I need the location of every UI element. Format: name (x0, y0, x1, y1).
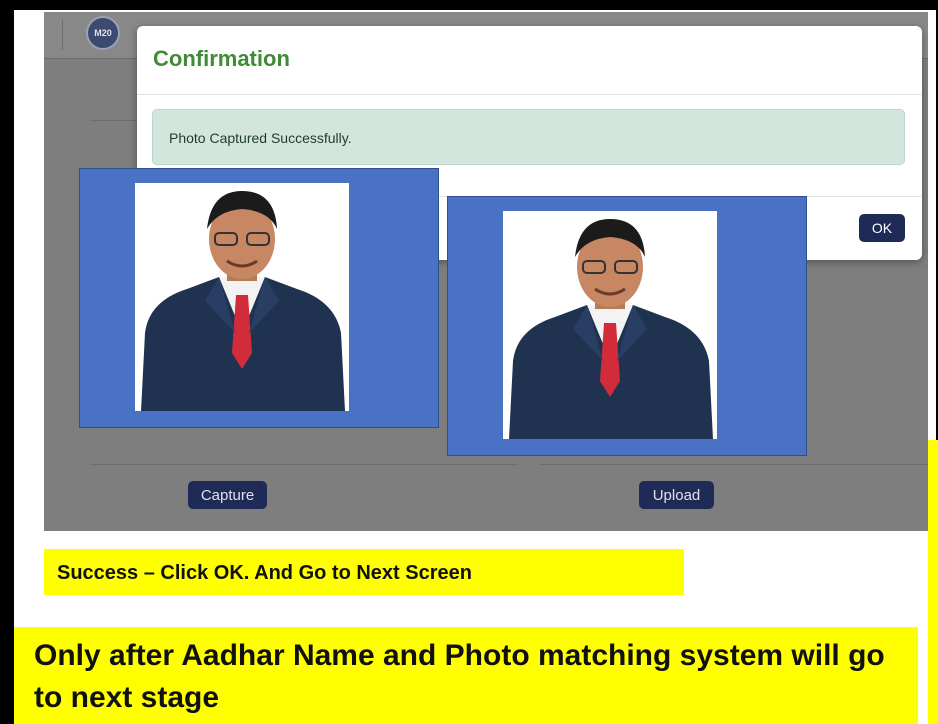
alert-message: Photo Captured Successfully. (169, 130, 352, 146)
divider (90, 464, 518, 465)
dialog-title: Confirmation (153, 46, 290, 71)
capture-button[interactable]: Capture (188, 481, 267, 509)
person-portrait-icon (503, 211, 717, 439)
header-divider (62, 20, 63, 50)
stage-note: Only after Aadhar Name and Photo matchin… (14, 627, 918, 724)
logo: M20 (86, 16, 120, 50)
person-portrait-icon (135, 183, 349, 411)
stage-note-text: Only after Aadhar Name and Photo matchin… (34, 639, 885, 714)
divider (540, 464, 928, 465)
success-alert: Photo Captured Successfully. (152, 109, 905, 165)
upload-button[interactable]: Upload (639, 481, 714, 509)
captured-photo-frame (79, 168, 439, 428)
success-note-text: Success – Click OK. And Go to Next Scree… (57, 562, 472, 584)
success-note: Success – Click OK. And Go to Next Scree… (44, 549, 684, 595)
uploaded-photo-frame (447, 196, 807, 456)
dialog-header: Confirmation (137, 26, 922, 95)
highlight-bar (928, 440, 938, 724)
captured-photo (135, 183, 349, 411)
uploaded-photo (503, 211, 717, 439)
ok-button[interactable]: OK (859, 214, 905, 242)
